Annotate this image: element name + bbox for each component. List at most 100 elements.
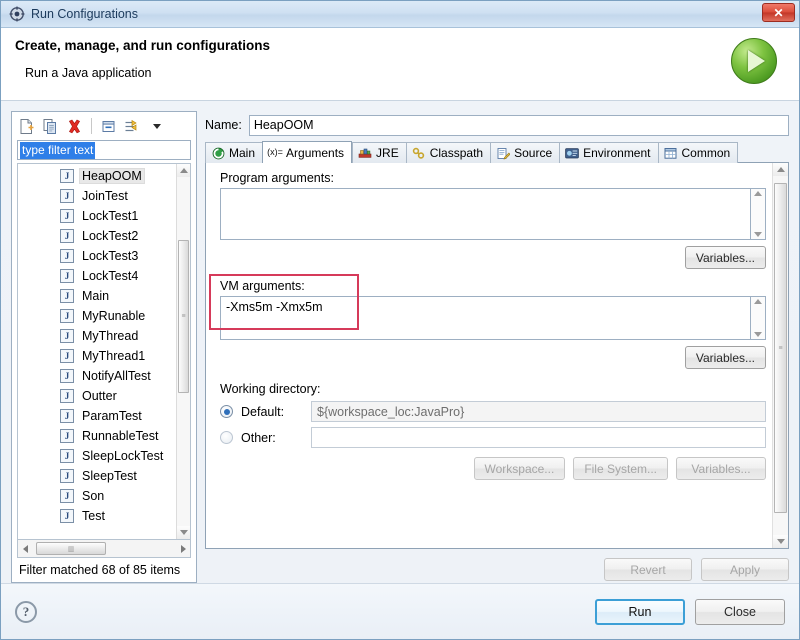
filter-text-value: type filter text — [20, 141, 96, 159]
java-class-icon: J — [60, 469, 74, 483]
list-item-label: LockTest1 — [82, 209, 139, 223]
java-class-icon: J — [60, 449, 74, 463]
tree-vertical-scrollbar[interactable]: ≡ — [176, 164, 190, 539]
list-item-label: Son — [82, 489, 105, 503]
list-item[interactable]: J JoinTest — [18, 186, 176, 206]
list-item-label: JoinTest — [82, 189, 128, 203]
program-arguments-buttons: Variables... — [220, 246, 766, 269]
delete-configuration-icon[interactable] — [64, 116, 85, 137]
java-class-icon: J — [60, 229, 74, 243]
vm-arguments-scrollbar[interactable] — [751, 296, 766, 340]
java-class-icon: J — [60, 489, 74, 503]
page-subtitle: Run a Java application — [25, 66, 152, 80]
scroll-thumb[interactable]: ≡ — [178, 239, 189, 394]
arguments-panel-scrollbar[interactable]: ≡ — [772, 163, 788, 548]
java-class-icon: J — [60, 309, 74, 323]
scroll-left-icon[interactable] — [18, 540, 32, 557]
collapse-all-icon[interactable] — [98, 116, 119, 137]
list-item[interactable]: J Son — [18, 486, 176, 506]
list-item[interactable]: J MyThread — [18, 326, 176, 346]
list-item-label: Test — [82, 509, 105, 523]
filter-icon[interactable] — [122, 116, 143, 137]
panel-scroll-down-icon[interactable] — [773, 535, 788, 548]
working-directory-label: Working directory: — [220, 382, 321, 396]
toolbar-separator — [91, 118, 92, 134]
list-item[interactable]: J LockTest4 — [18, 266, 176, 286]
list-item[interactable]: J MyRunable — [18, 306, 176, 326]
list-item[interactable]: J Test — [18, 506, 176, 526]
list-item[interactable]: J Outter — [18, 386, 176, 406]
tree-horizontal-scrollbar[interactable]: ▥ — [17, 540, 191, 558]
close-button[interactable]: Close — [695, 598, 785, 625]
duplicate-configuration-icon[interactable] — [40, 116, 61, 137]
working-directory-file-system-button[interactable]: File System... — [573, 457, 668, 480]
titlebar: Run Configurations ✕ — [1, 1, 799, 28]
other-radio[interactable] — [220, 431, 233, 444]
tab-environment[interactable]: Environment — [559, 142, 658, 163]
list-item[interactable]: J HeapOOM — [18, 166, 176, 186]
scroll-down-icon[interactable] — [177, 526, 190, 539]
list-item[interactable]: J SleepLockTest — [18, 446, 176, 466]
program-variables-button[interactable]: Variables... — [684, 246, 766, 269]
list-item[interactable]: J NotifyAllTest — [18, 366, 176, 386]
java-class-icon: J — [60, 329, 74, 343]
list-item-label: LockTest2 — [82, 229, 139, 243]
tab-classpath[interactable]: Classpath — [405, 142, 491, 163]
close-icon[interactable]: ✕ — [762, 3, 795, 22]
working-directory-workspace-button[interactable]: Workspace... — [473, 457, 566, 480]
tab-main[interactable]: Main — [205, 142, 263, 163]
revert-button[interactable]: Revert — [604, 558, 692, 581]
run-configurations-icon — [9, 6, 25, 22]
program-arguments-input[interactable] — [220, 188, 751, 240]
help-question-icon[interactable]: ? — [15, 600, 37, 623]
panel-scroll-up-icon[interactable] — [773, 163, 788, 176]
run-button[interactable]: Run — [595, 598, 685, 625]
name-row: Name: HeapOOM — [205, 111, 789, 139]
tab-arguments[interactable]: (x)= Arguments — [262, 141, 353, 163]
default-radio[interactable] — [220, 405, 233, 418]
scroll-track[interactable]: ≡ — [177, 177, 190, 526]
java-class-icon: J — [60, 369, 74, 383]
list-item[interactable]: J MyThread1 — [18, 346, 176, 366]
java-class-icon: J — [60, 429, 74, 443]
other-directory-input[interactable] — [311, 427, 766, 448]
list-item[interactable]: J ParamTest — [18, 406, 176, 426]
scroll-up-icon[interactable] — [177, 164, 190, 177]
hscroll-track[interactable]: ▥ — [32, 540, 176, 557]
vm-arguments-input[interactable]: -Xms5m -Xmx5m — [220, 296, 751, 340]
working-directory-buttons: Workspace... File System... Variables... — [220, 457, 766, 480]
list-item-label: MyRunable — [82, 309, 146, 323]
program-arguments-scrollbar[interactable] — [751, 188, 766, 240]
list-item-label: SleepTest — [82, 469, 137, 483]
vm-arguments-buttons: Variables... — [220, 346, 766, 369]
scroll-right-icon[interactable] — [176, 540, 190, 557]
tab-source[interactable]: Source — [490, 142, 560, 163]
list-item[interactable]: J LockTest3 — [18, 246, 176, 266]
chevron-down-icon[interactable] — [146, 116, 167, 137]
java-class-icon: J — [60, 349, 74, 363]
list-item-label: ParamTest — [82, 409, 142, 423]
list-item[interactable]: J SleepTest — [18, 466, 176, 486]
apply-button[interactable]: Apply — [701, 558, 789, 581]
list-item-label: LockTest3 — [82, 249, 139, 263]
tab-label: Source — [514, 146, 553, 160]
tab-common[interactable]: Common — [657, 142, 739, 163]
other-label: Other: — [241, 430, 276, 445]
working-directory-variables-button[interactable]: Variables... — [676, 457, 766, 480]
list-item[interactable]: J LockTest1 — [18, 206, 176, 226]
vm-variables-button[interactable]: Variables... — [684, 346, 766, 369]
arguments-tab-icon: (x)= — [267, 147, 283, 157]
vm-arguments-field-wrap: -Xms5m -Xmx5m — [220, 296, 766, 340]
search-input[interactable]: type filter text — [17, 140, 191, 160]
list-item[interactable]: J LockTest2 — [18, 226, 176, 246]
name-input[interactable]: HeapOOM — [248, 114, 789, 136]
hscroll-thumb[interactable]: ▥ — [36, 542, 106, 555]
list-item[interactable]: J Main — [18, 286, 176, 306]
panel-scroll-thumb[interactable]: ≡ — [774, 183, 787, 514]
list-item[interactable]: J RunnableTest — [18, 426, 176, 446]
new-configuration-icon[interactable] — [16, 116, 37, 137]
java-class-icon: J — [60, 289, 74, 303]
tab-jre[interactable]: JRE — [352, 142, 406, 163]
list-item-label: Outter — [82, 389, 117, 403]
panel-scroll-track[interactable]: ≡ — [773, 176, 788, 535]
